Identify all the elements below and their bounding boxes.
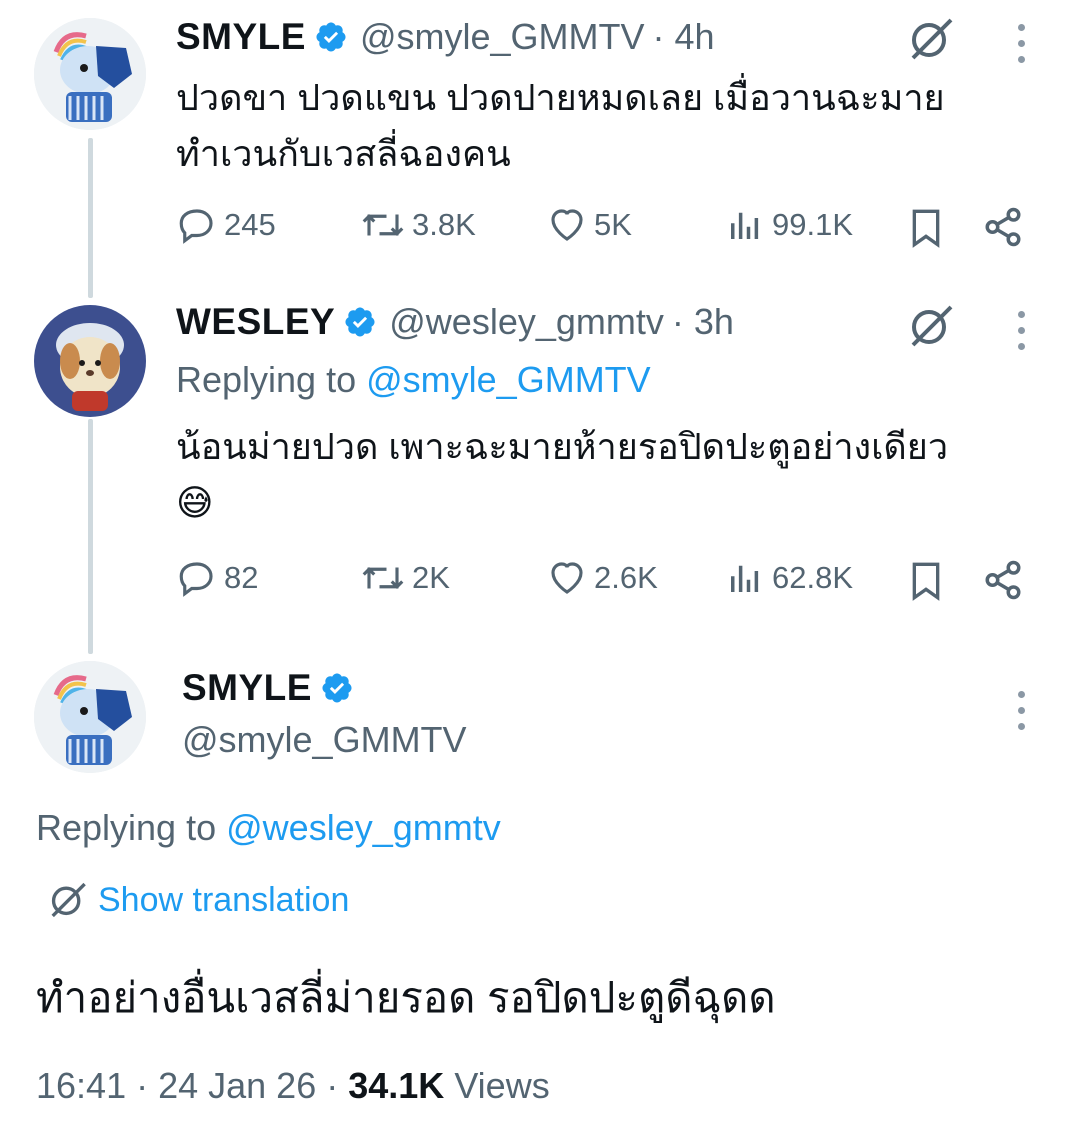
translate-icon[interactable]: [905, 14, 955, 64]
bookmark-icon[interactable]: [906, 559, 946, 603]
verified-badge-icon: [322, 673, 352, 703]
avatar-smyle-image: [34, 661, 146, 773]
tweet-smyle-1[interactable]: SMYLE @smyle_GMMTV · 4h ปวดขา ปวดแขน ปวด…: [0, 0, 1080, 298]
bookmark-icon[interactable]: [906, 206, 946, 250]
reply-count: 245: [224, 207, 276, 242]
repost-button[interactable]: 3.8K: [360, 204, 476, 246]
main-tweet-text: ทำอย่างอื่นเวสลี่ม่ายรอด รอปิดปะตูดีฉุดด: [36, 974, 776, 1021]
author-handle[interactable]: @wesley_gmmtv: [389, 301, 664, 343]
translate-icon: [51, 882, 86, 918]
repost-button[interactable]: 2K: [360, 557, 450, 599]
show-translation-button[interactable]: Show translation: [46, 879, 349, 921]
author-handle[interactable]: @smyle_GMMTV: [360, 16, 645, 58]
tweet-time[interactable]: · 4h: [653, 16, 715, 58]
reply-button[interactable]: 82: [176, 557, 258, 599]
views-count: 34.1K: [348, 1065, 445, 1106]
more-options-icon[interactable]: [1018, 691, 1025, 730]
view-count: 62.8K: [772, 560, 854, 595]
views-button[interactable]: 99.1K: [724, 204, 853, 246]
repost-count: 3.8K: [412, 207, 476, 242]
share-icon[interactable]: [982, 559, 1024, 601]
author-name[interactable]: WESLEY: [176, 301, 335, 343]
share-icon[interactable]: [982, 206, 1024, 248]
main-tweet: SMYLE @smyle_GMMTV Replying to @wesley_g…: [0, 655, 1080, 1145]
thread-line: [88, 419, 93, 654]
verified-badge-icon: [345, 307, 375, 337]
verified-badge-icon: [316, 22, 346, 52]
repost-icon: [362, 567, 404, 589]
heart-icon: [551, 562, 583, 594]
author-handle[interactable]: @smyle_GMMTV: [182, 719, 467, 761]
show-translation-label: Show translation: [98, 880, 350, 919]
replying-to-label: Replying to: [176, 359, 357, 400]
author-name[interactable]: SMYLE: [176, 16, 306, 58]
reply-button[interactable]: 245: [176, 204, 276, 246]
tweet-time[interactable]: · 3h: [672, 301, 734, 343]
tweet-text-line: ปวดขา ปวดแขน ปวดปายหมดเลย เมื่อวานฉะมาย: [176, 77, 945, 118]
tweet-wesley[interactable]: WESLEY @wesley_gmmtv · 3h Replying to @s…: [0, 295, 1080, 654]
reply-icon: [179, 562, 213, 597]
avatar-smyle[interactable]: [34, 661, 146, 773]
more-options-icon[interactable]: [1018, 24, 1025, 63]
replying-to-label: Replying to: [36, 807, 217, 848]
author-name[interactable]: SMYLE: [182, 667, 312, 709]
heart-icon: [551, 209, 583, 241]
tweet-text-line: ทำเวนกับเวสลี่ฉองคน: [176, 133, 511, 174]
views-icon: [731, 212, 759, 239]
repost-count: 2K: [412, 560, 450, 595]
avatar-smyle[interactable]: [34, 18, 146, 130]
reply-count: 82: [224, 560, 259, 595]
like-count: 2.6K: [594, 560, 658, 595]
tweet-text-line: น้อนม่ายปวด เพาะฉะมายห้ายรอปิดปะตูอย่างเ…: [176, 426, 949, 467]
view-count: 99.1K: [772, 207, 854, 242]
avatar-wesley[interactable]: [34, 305, 146, 417]
tweet-emoji: 😅: [176, 482, 214, 523]
views-icon: [731, 565, 759, 592]
avatar-smyle-image: [34, 18, 146, 130]
like-button[interactable]: 5K: [546, 204, 632, 246]
more-options-icon[interactable]: [1018, 311, 1025, 350]
like-button[interactable]: 2.6K: [546, 557, 658, 599]
tweet-timestamp[interactable]: 16:41 · 24 Jan 26 ·: [36, 1065, 338, 1106]
replying-to-handle[interactable]: @wesley_gmmtv: [226, 807, 501, 848]
repost-icon: [362, 214, 404, 236]
thread-line: [88, 138, 93, 298]
replying-to-handle[interactable]: @smyle_GMMTV: [366, 359, 651, 400]
views-label: Views: [454, 1065, 550, 1106]
avatar-wesley-image: [34, 305, 146, 417]
views-button[interactable]: 62.8K: [724, 557, 853, 599]
reply-icon: [179, 209, 213, 244]
like-count: 5K: [594, 207, 632, 242]
translate-icon[interactable]: [905, 301, 955, 351]
